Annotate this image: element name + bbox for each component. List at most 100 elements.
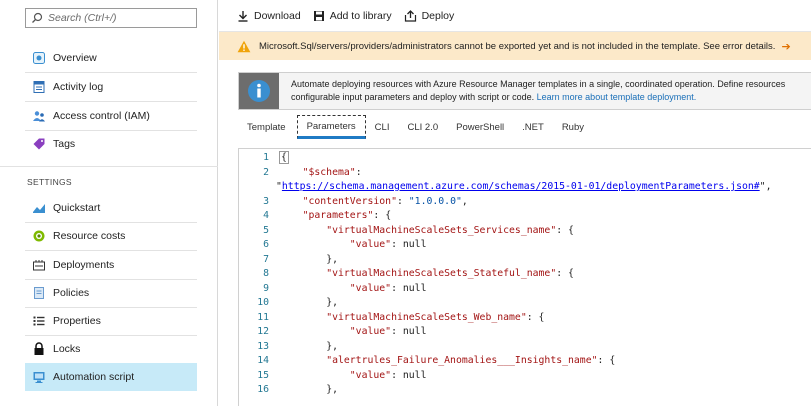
sidebar-item-tags[interactable]: Tags <box>25 130 197 158</box>
properties-icon <box>25 314 53 328</box>
activity-log-icon <box>25 80 53 94</box>
sidebar-item-label: Locks <box>53 343 81 355</box>
code-line: 12 "value": null <box>239 326 811 340</box>
code-editor[interactable]: 1{2 "$schema": "https://schema.management… <box>238 148 811 406</box>
line-number: 7 <box>263 253 269 265</box>
tab-ruby[interactable]: Ruby <box>553 116 593 138</box>
code-text: }, <box>326 253 338 265</box>
sidebar-item-properties[interactable]: Properties <box>25 307 197 335</box>
code-text: "virtualMachineScaleSets_Web_name": { <box>326 311 545 323</box>
info-line-2-text: configurable input parameters and deploy… <box>291 92 535 102</box>
code-text: "contentVersion": "1.0.0.0", <box>302 195 468 207</box>
code-text: "value": null <box>349 239 427 250</box>
line-number: 1 <box>263 152 269 163</box>
sidebar-item-label: Deployments <box>53 259 115 271</box>
line-number: 13 <box>257 340 269 352</box>
deploy-icon <box>404 9 417 22</box>
search-icon <box>26 12 48 24</box>
warning-text: Microsoft.Sql/servers/providers/administ… <box>259 40 776 52</box>
code-text: }, <box>326 384 338 395</box>
quickstart-icon <box>25 201 53 215</box>
line-number: 14 <box>257 355 269 366</box>
code-text: "$schema": <box>302 166 362 178</box>
code-line: 7 }, <box>239 254 811 268</box>
sidebar-item-label: Quickstart <box>53 202 101 214</box>
sidebar-item-label: Tags <box>53 138 76 150</box>
sidebar-item-label: Resource costs <box>53 230 126 242</box>
line-number: 2 <box>263 166 269 178</box>
sidebar-item-policies[interactable]: Policies <box>25 279 197 307</box>
code-text: "value": null <box>349 369 427 381</box>
line-number: 9 <box>263 282 269 294</box>
tab-template[interactable]: Template <box>238 116 295 138</box>
code-text: "parameters": { <box>302 210 392 221</box>
search-input[interactable]: Search (Ctrl+/) <box>25 8 197 28</box>
tab-powershell[interactable]: PowerShell <box>447 116 513 138</box>
line-number: 5 <box>263 224 269 236</box>
code-text: }, <box>326 340 338 352</box>
line-number: 11 <box>257 311 269 323</box>
sidebar-item-access-control[interactable]: Access control (IAM) <box>25 102 197 130</box>
add-to-library-label: Add to library <box>329 9 392 22</box>
sidebar-item-deployments[interactable]: Deployments <box>25 251 197 279</box>
command-bar: Download Add to library Deploy <box>219 0 811 32</box>
code-text: "value": null <box>349 326 427 337</box>
sidebar-item-locks[interactable]: Locks <box>25 335 197 363</box>
download-label: Download <box>254 9 301 22</box>
code-line: 15 "value": null <box>239 370 811 384</box>
section-divider <box>0 166 218 167</box>
info-banner: Automate deploying resources with Azure … <box>238 72 811 110</box>
code-line: 6 "value": null <box>239 239 811 253</box>
sidebar-item-label: Properties <box>53 315 101 327</box>
lock-icon <box>25 342 53 356</box>
sidebar-item-resource-costs[interactable]: Resource costs <box>25 222 197 250</box>
line-number: 16 <box>257 384 269 395</box>
info-line-1: Automate deploying resources with Azure … <box>291 79 786 89</box>
automation-script-icon <box>25 370 53 384</box>
code-text: "https://schema.management.azure.com/sch… <box>276 181 772 192</box>
sidebar-item-label: Access control (IAM) <box>53 110 150 122</box>
tag-icon <box>25 137 53 151</box>
sidebar-item-quickstart[interactable]: Quickstart <box>25 194 197 222</box>
tab-cli-2[interactable]: CLI 2.0 <box>398 116 447 138</box>
deploy-label: Deploy <box>421 9 455 22</box>
tab-cli[interactable]: CLI <box>366 116 399 138</box>
info-text: Automate deploying resources with Azure … <box>279 73 785 109</box>
sidebar-item-automation-script[interactable]: Automation script <box>25 363 197 391</box>
line-number: 8 <box>263 268 269 279</box>
sidebar-item-label: Automation script <box>53 371 135 383</box>
line-number: 10 <box>257 297 269 308</box>
main-panel: Download Add to library Deploy Microsoft… <box>219 0 811 406</box>
arrow-right-icon[interactable]: ➔ <box>781 40 790 53</box>
sidebar-item-label: Policies <box>53 287 90 299</box>
code-line: 16 }, <box>239 384 811 398</box>
line-number: 15 <box>257 369 269 381</box>
code-text: "value": null <box>349 282 427 294</box>
resource-menu-sidebar: Search (Ctrl+/) Overview Activity log Ac… <box>0 0 218 406</box>
line-number: 4 <box>263 210 269 221</box>
code-line: 5 "virtualMachineScaleSets_Services_name… <box>239 225 811 239</box>
add-to-library-button[interactable]: Add to library <box>313 10 392 22</box>
export-warning-banner[interactable]: Microsoft.Sql/servers/providers/administ… <box>219 32 811 60</box>
line-number: 6 <box>263 239 269 250</box>
search-placeholder: Search (Ctrl+/) <box>48 12 117 24</box>
iam-icon <box>25 109 53 123</box>
code-line: 1{ <box>239 151 811 166</box>
sidebar-item-activity-log[interactable]: Activity log <box>25 73 197 101</box>
tab-parameters[interactable]: Parameters <box>296 115 366 139</box>
download-button[interactable]: Download <box>237 10 301 22</box>
policies-icon <box>25 286 53 300</box>
code-line: 2 "$schema": <box>239 167 811 181</box>
deploy-button[interactable]: Deploy <box>404 9 455 22</box>
line-number: 12 <box>257 326 269 337</box>
code-line: 14 "alertrules_Failure_Anomalies___Insig… <box>239 355 811 369</box>
sidebar-item-overview[interactable]: Overview <box>25 44 197 72</box>
code-line: 3 "contentVersion": "1.0.0.0", <box>239 196 811 210</box>
download-icon <box>237 10 249 22</box>
sidebar-item-label: Overview <box>53 52 97 64</box>
deployments-icon <box>25 258 53 272</box>
tab-dotnet[interactable]: .NET <box>513 116 553 138</box>
code-text: "alertrules_Failure_Anomalies___Insights… <box>326 355 616 366</box>
resource-costs-icon <box>25 229 53 243</box>
learn-more-link[interactable]: Learn more about template deployment. <box>537 92 697 102</box>
